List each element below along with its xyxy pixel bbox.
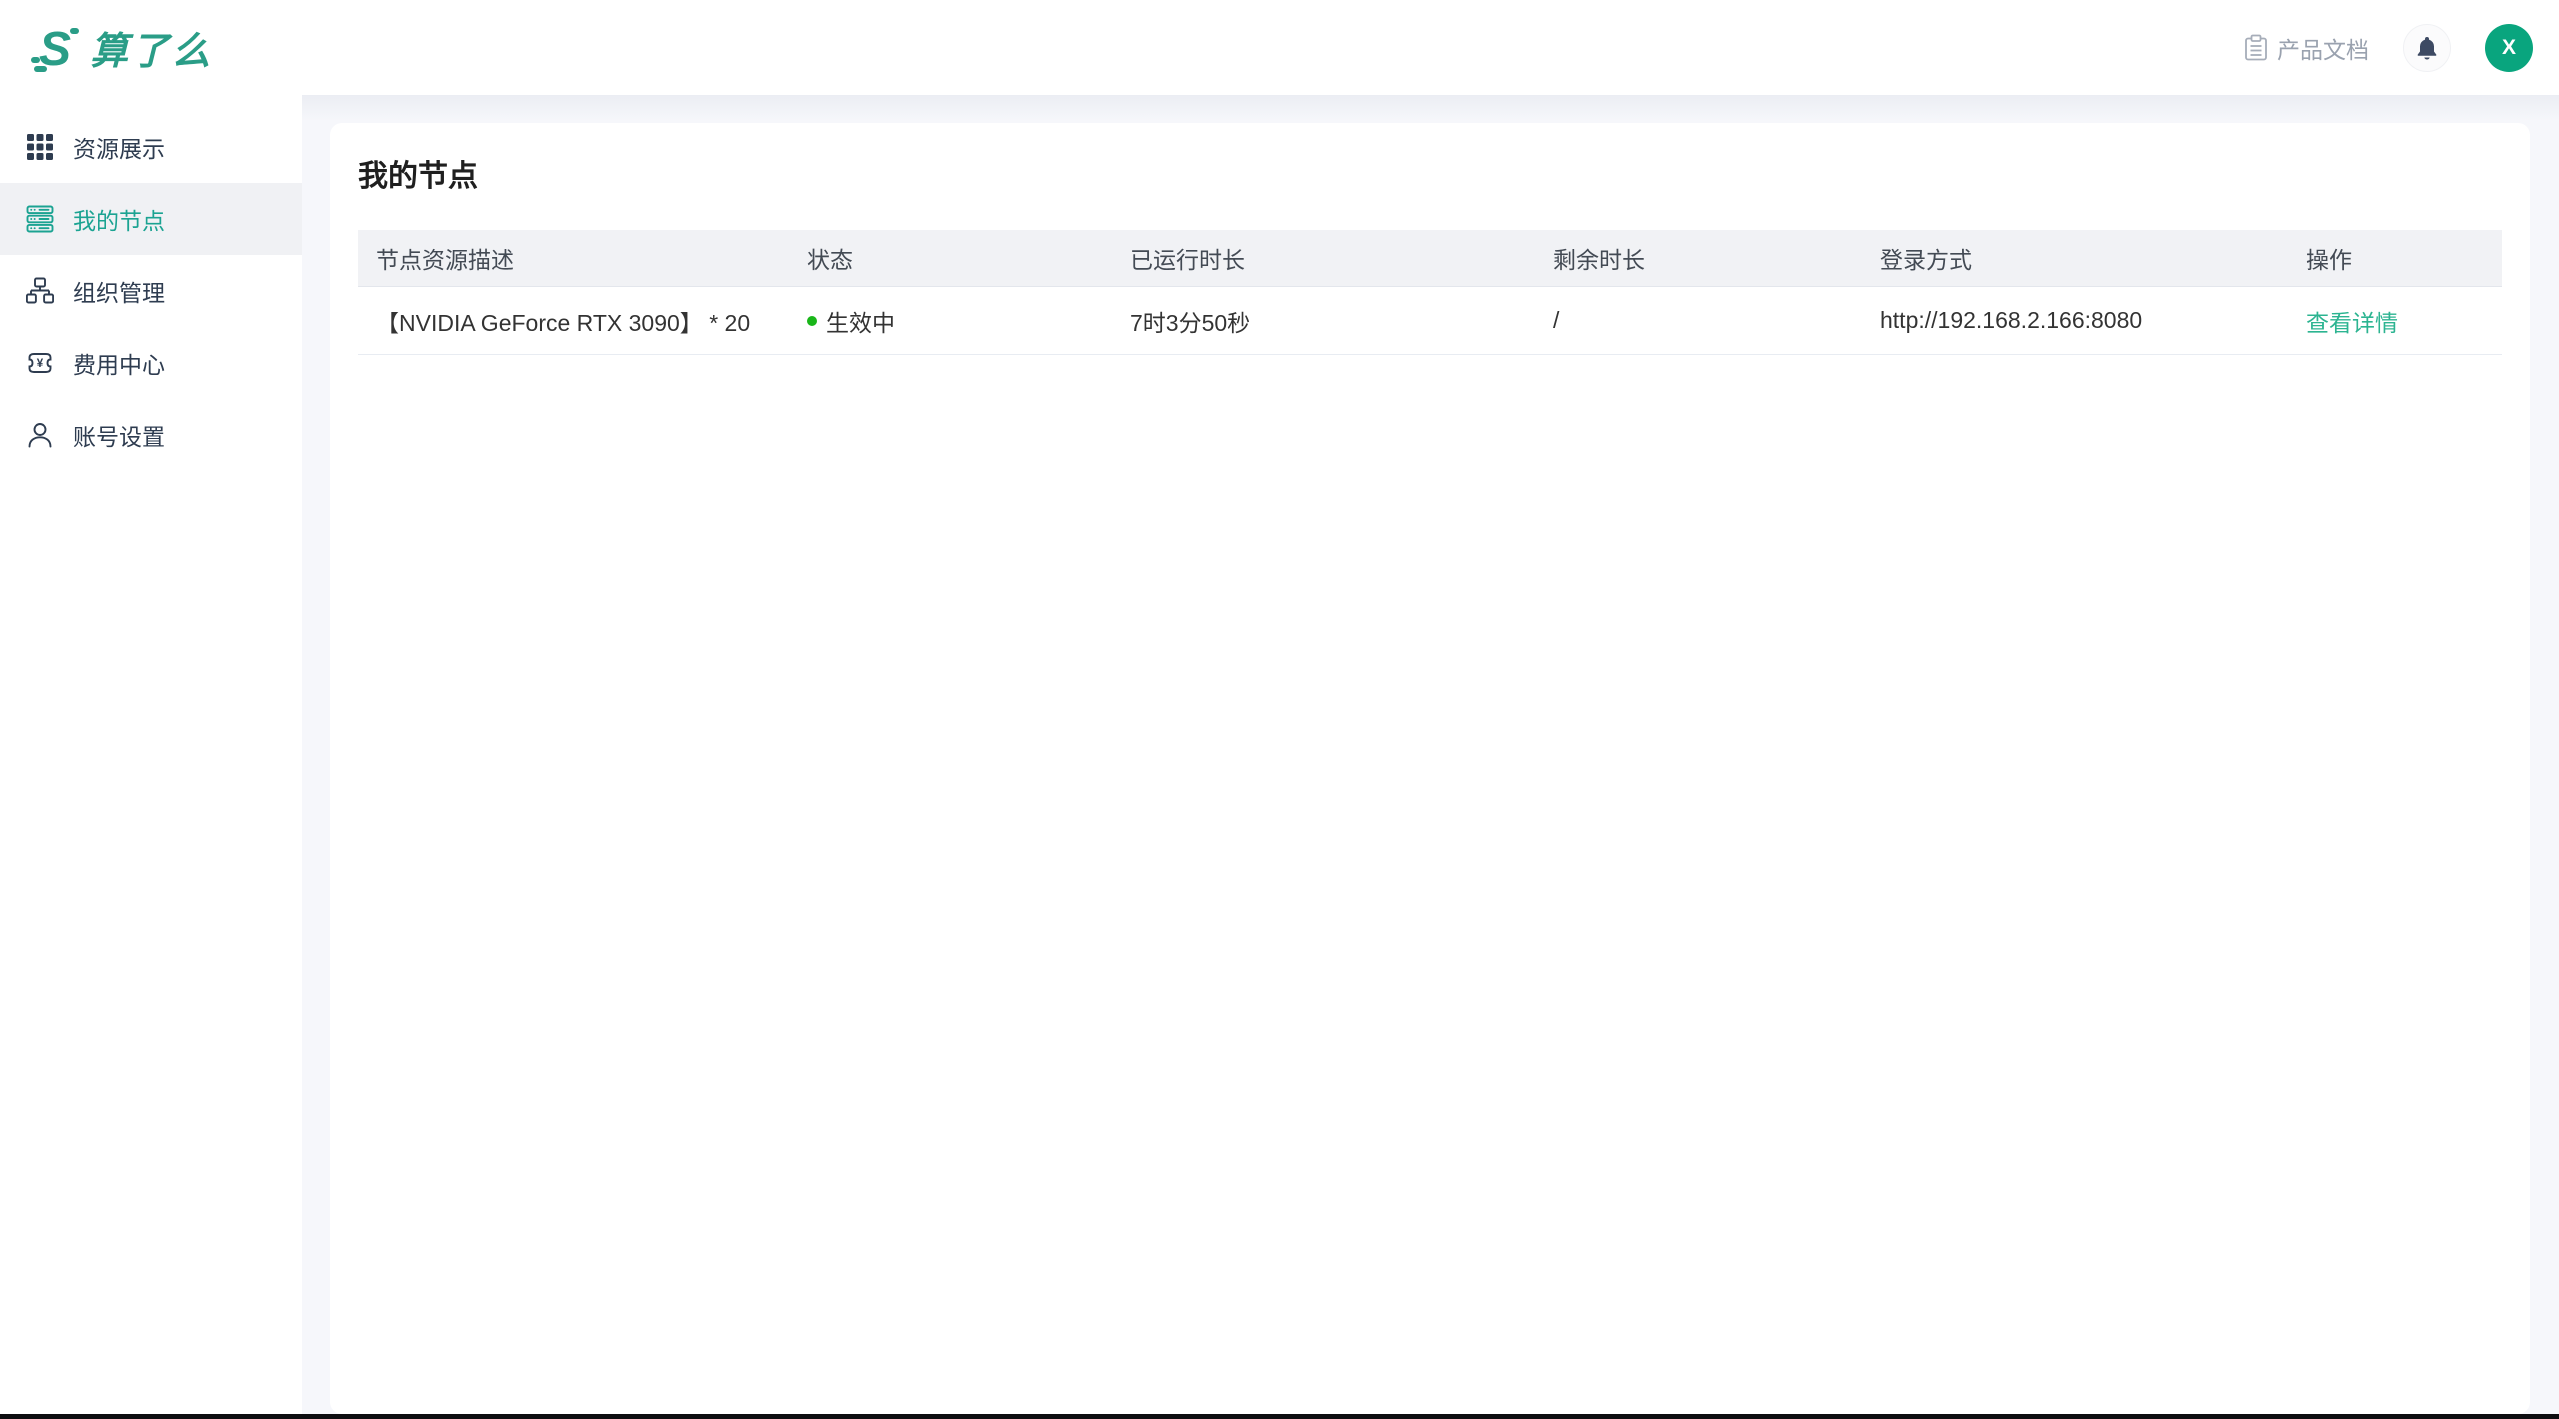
node-login-url: http://192.168.2.166:8080 (1880, 307, 2143, 333)
sidebar-item-label: 组织管理 (73, 280, 165, 306)
app-logo[interactable]: S 算了么 (30, 20, 213, 75)
avatar-initial: X (2501, 35, 2516, 59)
org-chart-icon (26, 277, 54, 305)
notifications-button[interactable] (2403, 23, 2451, 72)
status-label: 生效中 (826, 309, 895, 336)
logo-s-icon: S (30, 21, 84, 75)
node-remaining-time: / (1553, 307, 1560, 333)
page-title: 我的节点 (358, 160, 478, 193)
grid-icon (26, 133, 54, 161)
user-avatar[interactable]: X (2485, 23, 2533, 72)
sidebar-item-resources[interactable]: 资源展示 (0, 111, 302, 183)
header-shadow (0, 95, 2559, 121)
nodes-table: 节点资源描述 状态 已运行时长 剩余时长 登录方式 操作 【NVIDIA GeF… (358, 230, 2502, 355)
sidebar-item-label: 账号设置 (73, 424, 165, 450)
svg-text:¥: ¥ (37, 358, 44, 370)
logo-text: 算了么 (90, 31, 214, 73)
clipboard-icon (2243, 34, 2269, 62)
product-docs-label: 产品文档 (2277, 36, 2369, 63)
node-status: 生效中 (789, 304, 1112, 338)
user-icon (26, 421, 54, 449)
sidebar-nav: 资源展示 我的节点 组织管理 ¥ 费用中心 账号设置 (0, 95, 302, 1414)
node-uptime: 7时3分50秒 (1130, 309, 1251, 336)
sidebar-item-organization[interactable]: 组织管理 (0, 255, 302, 327)
sidebar-item-my-nodes[interactable]: 我的节点 (0, 183, 302, 255)
status-dot-icon (807, 315, 817, 326)
product-docs-link[interactable]: 产品文档 (2243, 31, 2369, 65)
column-header-actions: 操作 (2306, 247, 2352, 273)
window-bottom-edge (0, 1414, 2559, 1419)
sidebar-item-label: 我的节点 (73, 208, 165, 234)
column-header-uptime: 已运行时长 (1130, 247, 1245, 273)
table-row: 【NVIDIA GeForce RTX 3090】 * 20 生效中 7时3分5… (358, 287, 2502, 355)
sidebar-item-label: 费用中心 (73, 352, 165, 378)
top-header: S 算了么 产品文档 X (0, 0, 2559, 95)
column-header-description: 节点资源描述 (376, 247, 514, 273)
column-header-remaining: 剩余时长 (1553, 247, 1645, 273)
sidebar-item-account[interactable]: 账号设置 (0, 399, 302, 471)
sidebar-item-billing[interactable]: ¥ 费用中心 (0, 327, 302, 399)
server-icon (26, 205, 54, 233)
view-details-link[interactable]: 查看详情 (2306, 310, 2398, 336)
node-description: 【NVIDIA GeForce RTX 3090】 * 20 (376, 309, 751, 336)
table-header-row: 节点资源描述 状态 已运行时长 剩余时长 登录方式 操作 (358, 230, 2502, 287)
header-actions: 产品文档 X (2243, 23, 2533, 72)
column-header-login: 登录方式 (1880, 247, 1972, 273)
billing-ticket-icon: ¥ (26, 349, 54, 377)
sidebar-item-label: 资源展示 (73, 136, 165, 162)
bell-icon (2415, 35, 2439, 61)
my-nodes-panel: 我的节点 节点资源描述 状态 已运行时长 剩余时长 登录方式 操作 【NVIDI… (330, 123, 2530, 1414)
column-header-status: 状态 (807, 247, 853, 273)
